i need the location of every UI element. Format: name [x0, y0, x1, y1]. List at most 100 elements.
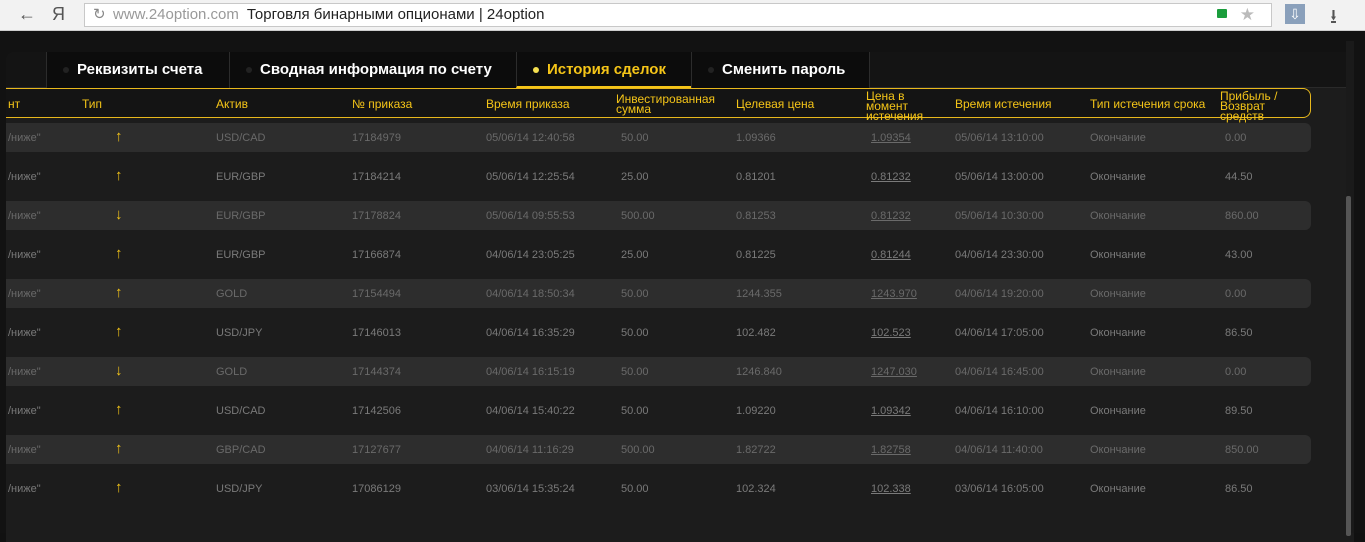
- cell-order: 17184214: [352, 171, 401, 183]
- cell-order-time: 05/06/14 12:40:58: [486, 132, 575, 144]
- col-header-asset[interactable]: Актив: [216, 98, 248, 110]
- cell-expiry-type: Окончание: [1090, 444, 1146, 456]
- direction-arrow-icon: ↑: [115, 284, 123, 301]
- cell-order: 17146013: [352, 327, 401, 339]
- col-header-expiry-price[interactable]: Цена в момент истечения: [866, 90, 936, 122]
- cell-expiry-price-link[interactable]: 0.81244: [871, 249, 911, 261]
- cell-asset: USD/CAD: [216, 132, 266, 144]
- cell-expiry-price-link[interactable]: 1.82758: [871, 444, 911, 456]
- tab-change-password[interactable]: Сменить пароль: [691, 52, 870, 88]
- tab-trade-history[interactable]: История сделок: [516, 52, 691, 88]
- col-header-expiry-time[interactable]: Время истечения: [955, 98, 1052, 110]
- cell-profit: 860.00: [1225, 210, 1259, 222]
- scrollbar-thumb[interactable]: [1346, 196, 1351, 536]
- cell-expiry-time: 05/06/14 10:30:00: [955, 210, 1044, 222]
- cell-asset: GBP/CAD: [216, 444, 266, 456]
- cell-expiry-type: Окончание: [1090, 327, 1146, 339]
- col-header-invested[interactable]: Инвестированная сумма: [616, 93, 736, 115]
- tab-account-details[interactable]: Реквизиты счета: [46, 52, 229, 88]
- cell-option-type: /ниже": [8, 288, 41, 300]
- table-row[interactable]: /ниже" ↑ USD/CAD 17184979 05/06/14 12:40…: [6, 118, 1311, 157]
- bookmark-star-icon[interactable]: ★: [1240, 4, 1255, 26]
- cell-expiry-price-link[interactable]: 1247.030: [871, 366, 917, 378]
- cell-profit: 0.00: [1225, 288, 1247, 300]
- cell-profit: 86.50: [1225, 483, 1253, 495]
- save-page-icon[interactable]: ⇩: [1285, 4, 1305, 24]
- account-tabs: Реквизиты счета Сводная информация по сч…: [6, 52, 1354, 88]
- cell-asset: EUR/GBP: [216, 210, 266, 222]
- cell-expiry-price-link[interactable]: 1.09354: [871, 132, 911, 144]
- cell-order: 17144374: [352, 366, 401, 378]
- cell-target-price: 1244.355: [736, 288, 782, 300]
- direction-arrow-icon: ↑: [115, 440, 123, 457]
- col-header-order[interactable]: № приказа: [352, 98, 412, 110]
- address-bar[interactable]: ↻ www.24option.com Торговля бинарными опц…: [84, 3, 1272, 27]
- cell-expiry-price-link[interactable]: 0.81232: [871, 210, 911, 222]
- table-row[interactable]: /ниже" ↓ GOLD 17144374 04/06/14 16:15:19…: [6, 352, 1311, 391]
- cell-invested: 500.00: [621, 444, 655, 456]
- tab-account-summary[interactable]: Сводная информация по счету: [229, 52, 516, 88]
- cell-expiry-price-link[interactable]: 102.338: [871, 483, 911, 495]
- table-row[interactable]: /ниже" ↑ USD/CAD 17142506 04/06/14 15:40…: [6, 391, 1311, 430]
- cell-order-time: 05/06/14 09:55:53: [486, 210, 575, 222]
- cell-profit: 0.00: [1225, 132, 1247, 144]
- cell-expiry-time: 04/06/14 16:10:00: [955, 405, 1044, 417]
- direction-arrow-icon: ↓: [115, 206, 123, 223]
- cell-expiry-price-link[interactable]: 0.81232: [871, 171, 911, 183]
- cell-expiry-price-link[interactable]: 1.09342: [871, 405, 911, 417]
- page-title: Торговля бинарными опционами | 24option: [246, 6, 545, 23]
- table-header: нт Тип Актив № приказа Время приказа Инв…: [6, 88, 1311, 122]
- table-row[interactable]: /ниже" ↑ USD/JPY 17146013 04/06/14 16:35…: [6, 313, 1311, 352]
- cell-expiry-time: 04/06/14 19:20:00: [955, 288, 1044, 300]
- cell-asset: USD/JPY: [216, 327, 263, 339]
- direction-arrow-icon: ↓: [115, 362, 123, 379]
- account-panel: Реквизиты счета Сводная информация по сч…: [6, 52, 1354, 542]
- cell-target-price: 102.324: [736, 483, 776, 495]
- table-row[interactable]: /ниже" ↑ GOLD 17154494 04/06/14 18:50:34…: [6, 274, 1311, 313]
- table-row[interactable]: /ниже" ↑ USD/JPY 17086129 03/06/14 15:35…: [6, 469, 1311, 508]
- col-header-target-price[interactable]: Целевая цена: [736, 98, 814, 110]
- col-header-profit[interactable]: Прибыль / Возврат средств: [1220, 90, 1290, 122]
- cell-order-time: 03/06/14 15:35:24: [486, 483, 575, 495]
- cell-expiry-price-link[interactable]: 102.523: [871, 327, 911, 339]
- cell-option-type: /ниже": [8, 132, 41, 144]
- table-row[interactable]: /ниже" ↑ EUR/GBP 17184214 05/06/14 12:25…: [6, 157, 1311, 196]
- tab-dot-icon: [63, 67, 69, 74]
- cell-asset: GOLD: [216, 288, 248, 300]
- cell-target-price: 0.81253: [736, 210, 776, 222]
- cell-asset: EUR/GBP: [216, 249, 266, 261]
- yandex-button[interactable]: Я: [52, 4, 65, 25]
- table-row[interactable]: /ниже" ↓ EUR/GBP 17178824 05/06/14 09:55…: [6, 196, 1311, 235]
- cell-invested: 50.00: [621, 132, 649, 144]
- cell-expiry-time: 04/06/14 11:40:00: [955, 444, 1043, 456]
- table-row[interactable]: /ниже" ↑ GBP/CAD 17127677 04/06/14 11:16…: [6, 430, 1311, 469]
- cell-option-type: /ниже": [8, 405, 41, 417]
- cell-expiry-type: Окончание: [1090, 210, 1146, 222]
- cell-expiry-time: 03/06/14 16:05:00: [955, 483, 1044, 495]
- back-button[interactable]: ←: [18, 4, 36, 25]
- cell-target-price: 1.09220: [736, 405, 776, 417]
- col-header-type[interactable]: Тип: [82, 98, 102, 110]
- reload-icon[interactable]: ↻: [93, 4, 106, 26]
- cell-target-price: 1.82722: [736, 444, 776, 456]
- cell-target-price: 1.09366: [736, 132, 776, 144]
- cell-invested: 50.00: [621, 327, 649, 339]
- tab-label: Сменить пароль: [722, 61, 846, 78]
- cell-profit: 43.00: [1225, 249, 1253, 261]
- cell-order-time: 05/06/14 12:25:54: [486, 171, 575, 183]
- tab-dot-icon: [246, 67, 252, 74]
- col-header-expiry-type[interactable]: Тип истечения срока: [1090, 98, 1205, 110]
- cell-target-price: 1246.840: [736, 366, 782, 378]
- page: Реквизиты счета Сводная информация по сч…: [0, 31, 1365, 542]
- table-row[interactable]: /ниже" ↑ EUR/GBP 17166874 04/06/14 23:05…: [6, 235, 1311, 274]
- cell-option-type: /ниже": [8, 483, 41, 495]
- col-header-order-time[interactable]: Время приказа: [486, 98, 570, 110]
- cell-expiry-price-link[interactable]: 1243.970: [871, 288, 917, 300]
- cell-invested: 50.00: [621, 288, 649, 300]
- cell-expiry-type: Окончание: [1090, 288, 1146, 300]
- direction-arrow-icon: ↑: [115, 245, 123, 262]
- cell-order-time: 04/06/14 23:05:25: [486, 249, 575, 261]
- direction-arrow-icon: ↑: [115, 128, 123, 145]
- cell-asset: EUR/GBP: [216, 171, 266, 183]
- cell-profit: 0.00: [1225, 366, 1247, 378]
